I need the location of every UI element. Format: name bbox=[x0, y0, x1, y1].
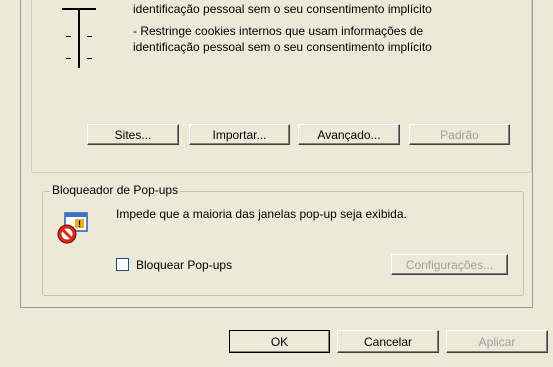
default-button[interactable]: Padrão bbox=[409, 124, 510, 145]
slider-tick-right-2 bbox=[87, 58, 92, 59]
popup-blocker-icon: ! bbox=[54, 210, 90, 246]
slider-tick-left-2 bbox=[66, 58, 71, 59]
block-popups-label[interactable]: Bloquear Pop-ups bbox=[136, 258, 232, 272]
sites-button[interactable]: Sites... bbox=[87, 124, 179, 145]
privacy-description-line-1: identificação pessoal sem o seu consenti… bbox=[133, 2, 432, 16]
advanced-button[interactable]: Avançado... bbox=[298, 124, 400, 145]
svg-text:!: ! bbox=[78, 219, 81, 229]
popup-settings-button[interactable]: Configurações... bbox=[391, 254, 508, 275]
block-popups-checkbox[interactable] bbox=[116, 258, 129, 271]
privacy-description-line-2: - Restringe cookies internos que usam in… bbox=[133, 24, 424, 38]
import-button[interactable]: Importar... bbox=[189, 124, 290, 145]
ok-button[interactable]: OK bbox=[229, 330, 330, 353]
slider-thumb[interactable] bbox=[62, 8, 96, 10]
slider-track bbox=[78, 8, 80, 68]
popup-blocker-title: Bloqueador de Pop-ups bbox=[50, 183, 181, 197]
slider-tick-right-1 bbox=[87, 36, 92, 37]
slider-tick-left-1 bbox=[66, 36, 71, 37]
cancel-button[interactable]: Cancelar bbox=[337, 330, 439, 353]
privacy-description-line-3: identificação pessoal sem o seu consenti… bbox=[133, 40, 432, 54]
apply-button[interactable]: Aplicar bbox=[446, 330, 548, 353]
popup-blocker-description: Impede que a maioria das janelas pop-up … bbox=[116, 207, 407, 221]
